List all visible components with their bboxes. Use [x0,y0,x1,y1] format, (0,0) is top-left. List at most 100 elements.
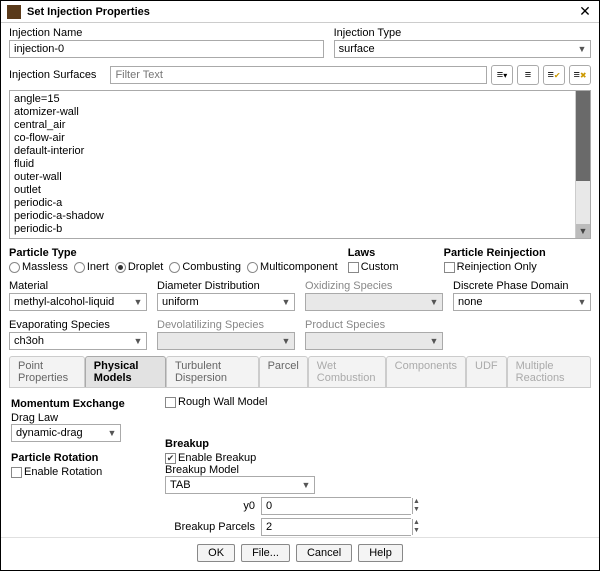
checkbox-icon [348,262,359,273]
ok-button[interactable]: OK [197,544,235,562]
tab-turbulent-dispersion[interactable]: Turbulent Dispersion [166,356,259,387]
list-item[interactable]: central_air [14,119,571,132]
checkbox-icon [165,453,176,464]
injection-type-combo[interactable]: surface ▼ [334,40,591,58]
radio-label: Multicomponent [260,261,338,273]
injection-name-input[interactable] [9,40,324,58]
drag-law-value: dynamic-drag [16,427,83,439]
reinjection-only-check[interactable]: Reinjection Only [444,261,537,273]
surfaces-filter-input[interactable] [110,66,487,84]
particle-type-radios: Massless Inert Droplet Combusting Multicompo… [9,261,338,273]
oxidizing-label: Oxidizing Species [305,280,443,292]
file-button[interactable]: File... [241,544,290,562]
particle-type-droplet[interactable]: Droplet [115,261,163,273]
custom-law-check[interactable]: Custom [348,261,399,273]
diameter-value: uniform [162,296,199,308]
domain-combo[interactable]: none▼ [453,293,591,311]
tab-physical-models[interactable]: Physical Models [85,356,166,387]
radio-icon [74,262,85,273]
particle-type-massless[interactable]: Massless [9,261,68,273]
spin-up-icon[interactable]: ▲ [413,519,420,527]
injection-type-value: surface [339,43,375,55]
chevron-down-icon: ▼ [300,480,312,490]
checkbox-icon [11,467,22,478]
select-shown-icon[interactable]: ≡✔ [543,65,565,85]
deselect-icon[interactable]: ≡✖ [569,65,591,85]
list-item[interactable]: periodic-a [14,197,571,210]
injection-surfaces-label: Injection Surfaces [9,69,96,81]
particle-rotation-label: Particle Rotation [11,452,141,464]
chevron-down-icon: ▼ [428,297,440,307]
breakup-model-value: TAB [170,479,191,491]
chevron-down-icon: ▼ [280,336,292,346]
list-item[interactable]: periodic-b [14,223,571,236]
diameter-label: Diameter Distribution [157,280,295,292]
list-item[interactable]: outlet [14,184,571,197]
radio-label: Droplet [128,261,163,273]
product-combo: ▼ [305,332,443,350]
particle-type-inert[interactable]: Inert [74,261,109,273]
rough-wall-check[interactable]: Rough Wall Model [165,396,411,408]
laws-label: Laws [348,247,434,259]
radio-label: Inert [87,261,109,273]
scrollbar[interactable]: ▼ [575,91,590,238]
domain-label: Discrete Phase Domain [453,280,591,292]
diameter-combo[interactable]: uniform ▼ [157,293,295,311]
chevron-down-icon: ▼ [106,428,118,438]
enable-rotation-text: Enable Rotation [24,466,102,478]
cancel-button[interactable]: Cancel [296,544,352,562]
breakup-parcels-label: Breakup Parcels [165,521,255,533]
radio-icon [247,262,258,273]
tab-parcel[interactable]: Parcel [259,356,308,387]
breakup-label: Breakup [165,438,411,450]
radio-icon [115,262,126,273]
material-combo[interactable]: methyl-alcohol-liquid▼ [9,293,147,311]
tab-components: Components [386,356,466,387]
select-all-icon[interactable]: ≡ [517,65,539,85]
list-item[interactable]: default-interior [14,145,571,158]
y0-value[interactable] [262,498,412,514]
list-item[interactable]: co-flow-air [14,132,571,145]
drag-law-label: Drag Law [11,412,58,424]
radio-icon [169,262,180,273]
tab-strip: Point PropertiesPhysical ModelsTurbulent… [9,356,591,388]
list-item[interactable]: fluid [14,158,571,171]
evap-combo[interactable]: ch3oh▼ [9,332,147,350]
breakup-model-combo[interactable]: TAB ▼ [165,476,315,494]
list-item[interactable]: periodic-a-shadow [14,210,571,223]
enable-rotation-check[interactable]: Enable Rotation [11,466,141,478]
list-item[interactable]: angle=15 [14,93,571,106]
surfaces-list[interactable]: angle=15atomizer-wallcentral_airco-flow-… [9,90,591,239]
breakup-model-label: Breakup Model [165,464,239,476]
spin-down-icon[interactable]: ▼ [413,506,420,514]
evap-label: Evaporating Species [9,319,147,331]
radio-icon [9,262,20,273]
reinjection-only-text: Reinjection Only [457,261,537,273]
scrollbar-thumb[interactable] [576,91,590,181]
breakup-parcels-value[interactable] [262,519,412,535]
tab-point-properties[interactable]: Point Properties [9,356,85,387]
particle-type-multicomponent[interactable]: Multicomponent [247,261,338,273]
scroll-down-icon[interactable]: ▼ [576,224,590,238]
list-item[interactable]: outer-wall [14,171,571,184]
enable-breakup-check[interactable]: Enable Breakup [165,452,411,464]
chevron-down-icon: ▼ [576,44,588,54]
rough-wall-text: Rough Wall Model [178,396,267,408]
spin-down-icon[interactable]: ▼ [413,527,420,535]
drag-law-combo[interactable]: dynamic-drag ▼ [11,424,121,442]
injection-type-label: Injection Type [334,27,591,39]
spin-up-icon[interactable]: ▲ [413,498,420,506]
y0-input[interactable]: ▲▼ [261,497,411,515]
chevron-down-icon: ▼ [280,297,292,307]
breakup-parcels-input[interactable]: ▲▼ [261,518,411,536]
radio-label: Combusting [182,261,241,273]
list-item[interactable]: atomizer-wall [14,106,571,119]
domain-value: none [458,296,482,308]
app-icon [7,5,21,19]
list-toggle-icon[interactable]: ≡▾ [491,65,513,85]
close-icon[interactable]: ✕ [577,4,593,20]
help-button[interactable]: Help [358,544,403,562]
radio-label: Massless [22,261,68,273]
tab-multiple-reactions: Multiple Reactions [507,356,591,387]
particle-type-combusting[interactable]: Combusting [169,261,241,273]
